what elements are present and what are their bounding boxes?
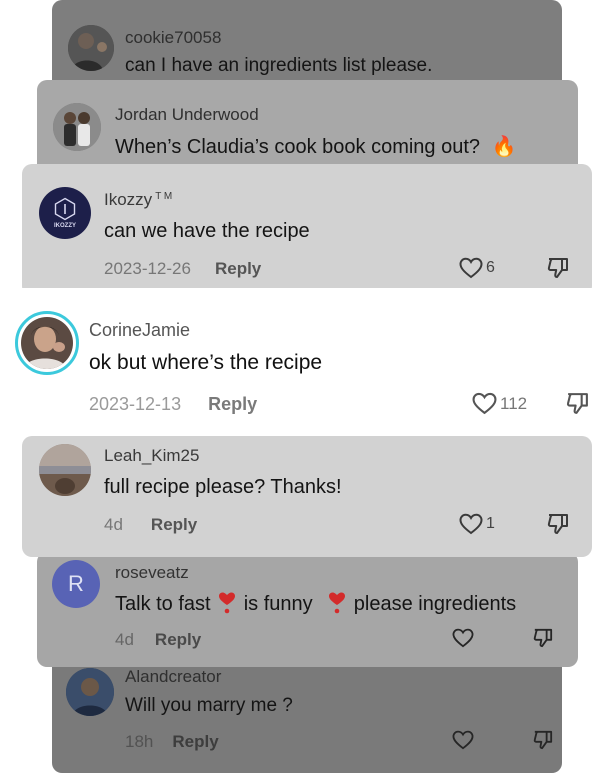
avatar-photo	[21, 317, 73, 369]
comment-meta: 18h Reply	[125, 732, 219, 752]
comment-text: Will you marry me ?	[125, 695, 293, 716]
like-count: 1	[486, 515, 495, 532]
reply-button[interactable]: Reply	[208, 394, 257, 415]
comment-text-part: Talk to fast	[115, 593, 211, 615]
person-photo-icon	[21, 317, 73, 369]
like-count: 6	[486, 259, 495, 276]
comment-card-alandcreator[interactable]: Alandcreator Will you marry me ? 18h Rep…	[52, 655, 562, 773]
heart-icon	[452, 730, 474, 750]
person-photo-icon	[53, 103, 101, 151]
comment-card-corinejamie[interactable]: CorineJamie ok but where’s the recipe 20…	[0, 288, 612, 436]
like-button[interactable]	[452, 730, 474, 750]
comment-text-body: When’s Claudia’s cook book coming out?	[115, 136, 481, 158]
heart-icon	[452, 628, 474, 648]
comment-date: 2023-12-26	[104, 259, 191, 278]
sunset-photo-icon	[39, 444, 91, 496]
comment-card-roseveatz[interactable]: R roseveatz Talk to fast is funny please…	[37, 552, 578, 667]
avatar-logo-text: IKOZZY	[54, 223, 76, 229]
comment-username[interactable]: CorineJamie	[89, 320, 190, 341]
comment-username[interactable]: Jordan Underwood	[115, 105, 259, 125]
reply-button[interactable]: Reply	[155, 630, 201, 650]
thumbs-down-icon	[547, 258, 568, 278]
avatar[interactable]	[39, 444, 91, 496]
comment-date: 18h	[125, 732, 154, 751]
avatar[interactable]	[66, 668, 114, 716]
comment-date: 2023-12-13	[89, 394, 182, 414]
thumbs-down-icon	[533, 628, 553, 648]
avatar[interactable]: IKOZZY	[39, 187, 91, 239]
comment-username[interactable]: Alandcreator	[125, 667, 221, 687]
like-button[interactable]: 112	[472, 392, 527, 415]
avatar[interactable]	[15, 311, 79, 375]
comment-username[interactable]: roseveatz	[115, 563, 189, 583]
comment-stack: Alandcreator Will you marry me ? 18h Rep…	[0, 0, 612, 773]
like-button[interactable]: 6	[459, 257, 495, 279]
comment-date: 4d	[104, 515, 123, 534]
comment-text: full recipe please? Thanks!	[104, 476, 342, 498]
comment-meta: 2023-12-26 Reply	[104, 259, 261, 279]
comment-date: 4d	[115, 630, 134, 649]
ikozzy-logo-icon	[54, 197, 76, 221]
dislike-button[interactable]	[532, 730, 554, 750]
comment-username[interactable]: cookie70058	[125, 28, 221, 48]
like-button[interactable]	[452, 628, 474, 648]
reply-button[interactable]: Reply	[151, 515, 197, 535]
avatar[interactable]	[68, 25, 114, 71]
comment-text: can we have the recipe	[104, 220, 310, 242]
avatar-letter: R	[68, 571, 84, 596]
fire-emoji: 🔥	[491, 136, 517, 158]
comment-meta: 2023-12-13 Reply	[89, 394, 257, 415]
person-photo-icon	[66, 668, 114, 716]
comment-card-cookie70058[interactable]: cookie70058 can I have an ingredients li…	[52, 0, 562, 92]
like-count: 112	[500, 393, 528, 413]
like-button[interactable]: 1	[459, 513, 495, 535]
thumbs-down-icon	[566, 393, 588, 414]
comment-username[interactable]: Ikozzy T M	[104, 190, 172, 210]
heart-exclamation-icon	[219, 592, 236, 614]
dislike-button[interactable]	[546, 513, 570, 535]
comment-text: can I have an ingredients list please.	[125, 55, 433, 76]
comment-meta: 4d Reply	[104, 515, 197, 535]
heart-icon	[459, 513, 483, 535]
comment-text: ok but where’s the recipe	[89, 351, 323, 374]
thumbs-down-icon	[533, 730, 553, 750]
dislike-button[interactable]	[546, 257, 570, 279]
avatar[interactable]: R	[52, 560, 100, 608]
dislike-button[interactable]	[565, 392, 590, 415]
comment-username[interactable]: Leah_Kim25	[104, 446, 199, 466]
comment-card-ikozzy[interactable]: IKOZZY Ikozzy T M can we have the recipe …	[22, 164, 592, 296]
comment-text: Talk to fast is funny please ingredients	[115, 591, 516, 616]
heart-exclamation-icon	[329, 592, 346, 614]
comment-text-part: is funny	[243, 593, 313, 615]
comment-text: When’s Claudia’s cook book coming out? 🔥	[115, 134, 517, 159]
heart-icon	[459, 257, 483, 279]
comment-card-leah-kim25[interactable]: Leah_Kim25 full recipe please? Thanks! 4…	[22, 436, 592, 557]
comment-username-text: Ikozzy	[104, 190, 153, 209]
heart-icon	[472, 392, 497, 415]
person-photo-icon	[68, 25, 114, 71]
comment-text-part: please ingredients	[353, 593, 517, 615]
avatar[interactable]	[53, 103, 101, 151]
comment-meta: 4d Reply	[115, 630, 201, 650]
reply-button[interactable]: Reply	[172, 732, 218, 752]
dislike-button[interactable]	[532, 628, 554, 648]
thumbs-down-icon	[547, 514, 568, 534]
reply-button[interactable]: Reply	[215, 259, 261, 279]
trademark-badge: T M	[155, 191, 173, 202]
